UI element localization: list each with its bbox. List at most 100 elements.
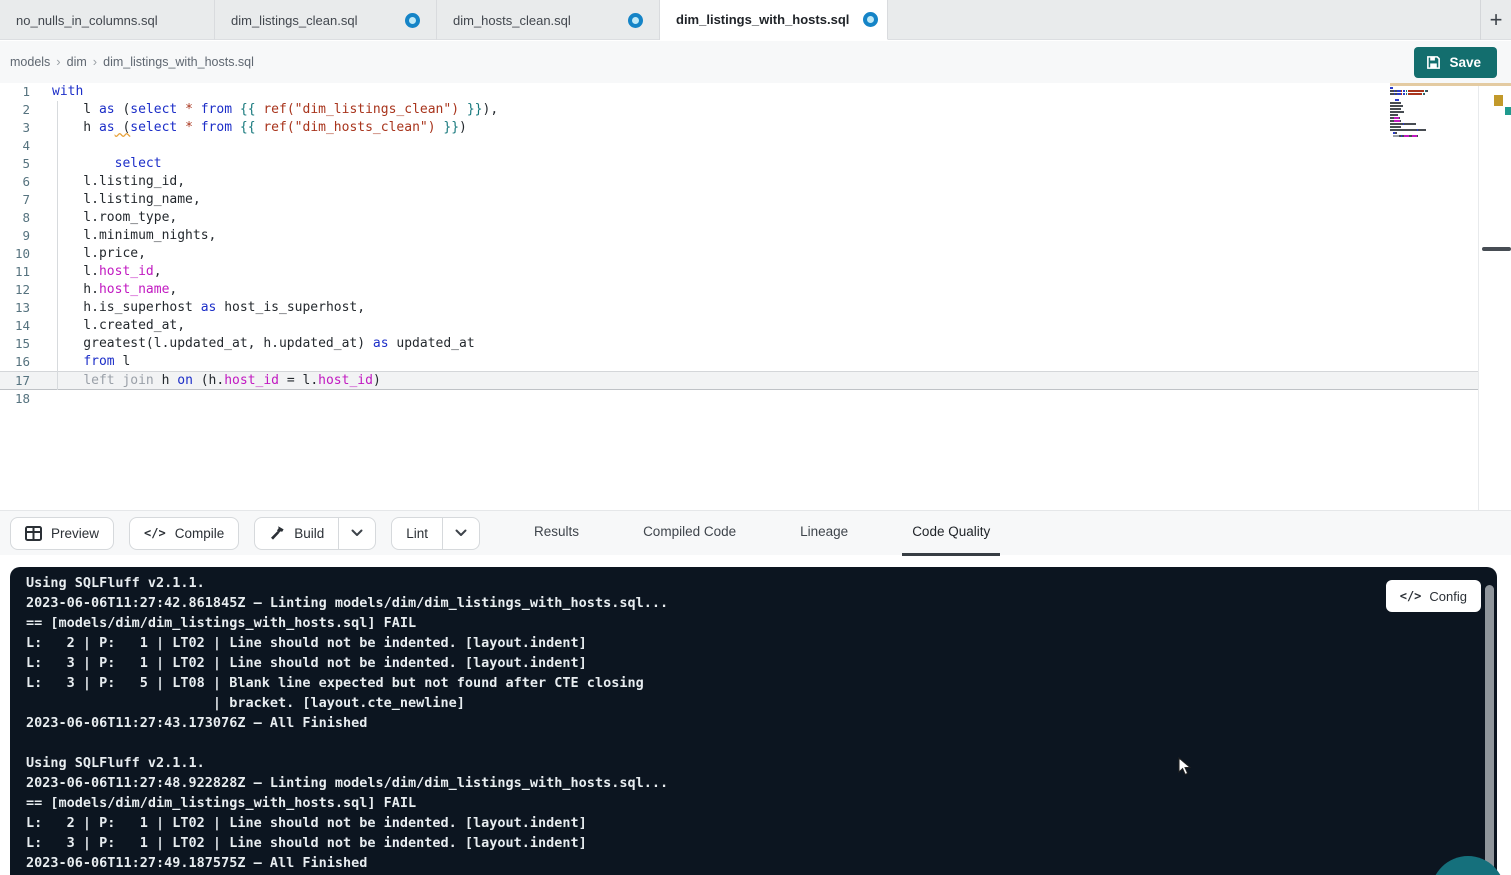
line-number: 7	[0, 191, 30, 209]
preview-button[interactable]: Preview	[10, 517, 114, 550]
line-number: 8	[0, 209, 30, 227]
action-buttons: Preview </> Compile Build Lint	[10, 517, 480, 550]
breadcrumb-item-dim_listings_with_hosts-sql[interactable]: dim_listings_with_hosts.sql	[103, 55, 254, 69]
chevron-down-icon	[455, 529, 467, 537]
ruler-divider	[1478, 83, 1479, 510]
line-content: with	[30, 83, 83, 101]
file-header-bar: models›dim›dim_listings_with_hosts.sql S…	[0, 41, 1511, 83]
line-content: l.room_type,	[30, 209, 177, 227]
lint-terminal[interactable]: Using SQLFluff v2.1.1. 2023-06-06T11:27:…	[10, 567, 1497, 875]
code-line-12[interactable]: 12 h.host_name,	[0, 281, 1479, 299]
minimap-line	[1390, 93, 1464, 95]
tab-label: dim_listings_clean.sql	[231, 13, 357, 28]
action-bar: Preview </> Compile Build Lint Results Compil…	[0, 510, 1511, 555]
code-line-5[interactable]: 5 select	[0, 155, 1479, 173]
minimap-line	[1390, 105, 1464, 107]
line-content: left join h on (h.host_id = l.host_id)	[30, 372, 381, 389]
code-line-18[interactable]: 18	[0, 390, 1479, 408]
tab-no_nulls_in_columns-sql[interactable]: no_nulls_in_columns.sql	[0, 0, 215, 40]
table-icon	[25, 526, 42, 541]
terminal-scrollbar[interactable]	[1485, 585, 1494, 875]
breadcrumb-item-dim[interactable]: dim	[67, 55, 87, 69]
panel-tab-results[interactable]: Results	[524, 511, 589, 556]
line-content: from l	[30, 353, 130, 371]
breadcrumb: models›dim›dim_listings_with_hosts.sql	[10, 54, 254, 69]
save-button[interactable]: Save	[1414, 47, 1497, 78]
line-number: 12	[0, 281, 30, 299]
code-line-4[interactable]: 4	[0, 137, 1479, 155]
line-content: l.listing_id,	[30, 173, 185, 191]
minimap-line	[1390, 108, 1464, 110]
tab-label: no_nulls_in_columns.sql	[16, 13, 158, 28]
compile-button-label: Compile	[175, 526, 225, 541]
line-content: l.created_at,	[30, 317, 185, 335]
lint-button[interactable]: Lint	[392, 518, 443, 549]
line-content	[30, 390, 52, 408]
code-editor[interactable]: 1with2 l as (select * from {{ ref("dim_l…	[0, 83, 1511, 510]
minimap-line	[1390, 135, 1464, 137]
build-dropdown-button[interactable]	[339, 518, 375, 549]
tab-dim_listings_clean-sql[interactable]: dim_listings_clean.sql	[215, 0, 437, 40]
line-number: 18	[0, 390, 30, 408]
line-content: l as (select * from {{ ref("dim_listings…	[30, 101, 498, 119]
preview-button-label: Preview	[51, 526, 99, 541]
code-line-2[interactable]: 2 l as (select * from {{ ref("dim_listin…	[0, 101, 1479, 119]
code-line-15[interactable]: 15 greatest(l.updated_at, h.updated_at) …	[0, 335, 1479, 353]
config-button[interactable]: </> Config	[1386, 580, 1481, 612]
code-icon: </>	[144, 526, 166, 540]
line-number: 6	[0, 173, 30, 191]
tab-label: dim_listings_with_hosts.sql	[676, 12, 849, 27]
line-content: l.price,	[30, 245, 146, 263]
line-number: 2	[0, 101, 30, 119]
breadcrumb-item-models[interactable]: models	[10, 55, 50, 69]
minimap-line	[1390, 126, 1464, 128]
save-icon	[1426, 55, 1441, 70]
lint-split-button: Lint	[391, 517, 480, 550]
new-tab-button[interactable]: +	[1480, 0, 1511, 40]
unsaved-changes-icon	[628, 13, 643, 28]
line-content	[30, 137, 52, 155]
build-button-label: Build	[294, 526, 324, 541]
line-content: h.is_superhost as host_is_superhost,	[30, 299, 365, 317]
line-content: h.host_name,	[30, 281, 177, 299]
line-number: 15	[0, 335, 30, 353]
code-line-17[interactable]: 17 left join h on (h.host_id = l.host_id…	[0, 371, 1479, 390]
code-line-7[interactable]: 7 l.listing_name,	[0, 191, 1479, 209]
unsaved-changes-icon	[863, 12, 878, 27]
minimap-highlight-bar	[1390, 83, 1511, 86]
minimap-line	[1390, 87, 1464, 89]
panel-tab-lineage[interactable]: Lineage	[790, 511, 858, 556]
code-line-16[interactable]: 16 from l	[0, 353, 1479, 371]
chevron-down-icon	[351, 529, 363, 537]
compile-button[interactable]: </> Compile	[129, 517, 239, 550]
build-split-button: Build	[254, 517, 376, 550]
save-button-label: Save	[1449, 55, 1481, 70]
line-number: 1	[0, 83, 30, 101]
build-button[interactable]: Build	[255, 518, 339, 549]
unsaved-changes-icon	[405, 13, 420, 28]
code-line-9[interactable]: 9 l.minimum_nights,	[0, 227, 1479, 245]
config-button-label: Config	[1429, 589, 1467, 604]
tab-dim_listings_with_hosts-sql[interactable]: dim_listings_with_hosts.sql	[660, 0, 888, 40]
minimap-line	[1390, 129, 1464, 131]
panel-tab-code-quality[interactable]: Code Quality	[902, 511, 1000, 556]
code-line-13[interactable]: 13 h.is_superhost as host_is_superhost,	[0, 299, 1479, 317]
lint-dropdown-button[interactable]	[443, 518, 479, 549]
terminal-output: Using SQLFluff v2.1.1. 2023-06-06T11:27:…	[26, 573, 668, 873]
panel-tab-compiled-code[interactable]: Compiled Code	[633, 511, 746, 556]
editor-minimap[interactable]	[1390, 87, 1464, 207]
code-line-11[interactable]: 11 l.host_id,	[0, 263, 1479, 281]
minimap-line	[1390, 102, 1464, 104]
line-number: 3	[0, 119, 30, 137]
code-line-8[interactable]: 8 l.room_type,	[0, 209, 1479, 227]
tab-dim_hosts_clean-sql[interactable]: dim_hosts_clean.sql	[437, 0, 660, 40]
hammer-icon	[269, 525, 285, 541]
code-line-1[interactable]: 1with	[0, 83, 1479, 101]
code-line-6[interactable]: 6 l.listing_id,	[0, 173, 1479, 191]
code-line-14[interactable]: 14 l.created_at,	[0, 317, 1479, 335]
minimap-line	[1390, 90, 1464, 92]
code-line-10[interactable]: 10 l.price,	[0, 245, 1479, 263]
tab-label: dim_hosts_clean.sql	[453, 13, 571, 28]
breadcrumb-separator: ›	[56, 54, 60, 69]
code-line-3[interactable]: 3 h as (select * from {{ ref("dim_hosts_…	[0, 119, 1479, 137]
